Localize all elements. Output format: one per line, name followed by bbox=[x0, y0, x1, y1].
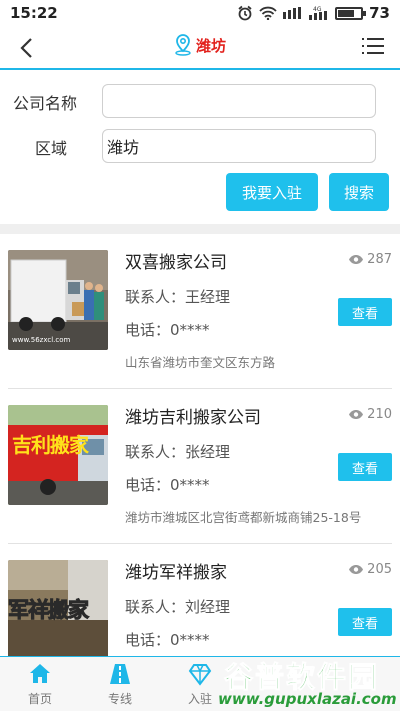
company-name[interactable]: 潍坊军祥搬家 bbox=[125, 558, 227, 583]
menu-icon[interactable] bbox=[362, 38, 384, 58]
eye-icon bbox=[349, 565, 364, 574]
tab-home[interactable]: 首页 bbox=[0, 657, 80, 711]
region-row: 区域 bbox=[0, 129, 400, 163]
contact-person: 联系人：王经理 bbox=[125, 288, 231, 306]
company-name[interactable]: 双喜搬家公司 bbox=[125, 248, 227, 273]
watermark: 谷普软件园 www.gupuxlazai.com bbox=[216, 654, 398, 711]
list-item[interactable]: 吉利搬家 潍坊吉利搬家公司 210 联系人：张经理 电话：0**** 潍坊市潍城… bbox=[8, 389, 392, 544]
view-button[interactable]: 查看 bbox=[338, 298, 392, 326]
company-thumbnail[interactable]: www.56zxcl.com bbox=[8, 250, 108, 350]
phone-number: 电话：0**** bbox=[125, 476, 210, 494]
home-icon bbox=[30, 664, 50, 683]
view-button[interactable]: 查看 bbox=[338, 453, 392, 481]
tab-routes[interactable]: 专线 bbox=[80, 657, 160, 711]
location-title-text: 潍坊 bbox=[195, 36, 226, 55]
view-count: 287 bbox=[348, 252, 392, 267]
join-button[interactable]: 我要入驻 bbox=[226, 173, 318, 211]
company-row: 公司名称 bbox=[0, 84, 400, 118]
thumbnail-sign: 军祥搬家 bbox=[8, 598, 90, 623]
top-navbar: 潍坊 bbox=[0, 26, 400, 70]
view-button[interactable]: 查看 bbox=[338, 608, 392, 636]
wifi-icon bbox=[259, 6, 277, 20]
tab-home-label: 首页 bbox=[27, 692, 52, 706]
contact-person: 联系人：刘经理 bbox=[125, 598, 231, 616]
tab-routes-label: 专线 bbox=[107, 692, 132, 706]
eye-icon bbox=[349, 410, 364, 419]
signal-icon bbox=[283, 7, 303, 19]
region-input[interactable] bbox=[102, 129, 376, 163]
company-name-input[interactable] bbox=[102, 84, 376, 118]
svg-text:4G: 4G bbox=[313, 6, 322, 13]
contact-person: 联系人：张经理 bbox=[125, 443, 231, 461]
location-title[interactable]: 潍坊 bbox=[0, 34, 400, 56]
company-thumbnail[interactable]: 军祥搬家 bbox=[8, 560, 108, 656]
region-label: 区域 bbox=[34, 139, 67, 158]
company-thumbnail[interactable]: 吉利搬家 bbox=[8, 405, 108, 505]
signal-4g-icon: 4G bbox=[309, 6, 329, 20]
battery-icon bbox=[335, 6, 367, 20]
diamond-icon bbox=[188, 664, 212, 686]
view-count: 205 bbox=[348, 562, 392, 577]
view-count-value: 210 bbox=[367, 407, 392, 422]
company-label: 公司名称 bbox=[12, 94, 77, 113]
view-count: 210 bbox=[348, 407, 392, 422]
company-address: 山东省潍坊市奎文区东方路 bbox=[125, 355, 276, 370]
status-icons: 4G 73 bbox=[237, 4, 390, 22]
location-pin-icon bbox=[175, 34, 191, 56]
view-count-value: 287 bbox=[367, 252, 392, 267]
phone-number: 电话：0**** bbox=[125, 631, 210, 649]
road-icon bbox=[110, 664, 130, 684]
status-time: 15:22 bbox=[10, 4, 58, 22]
search-form: 公司名称 区域 我要入驻 搜索 bbox=[0, 72, 400, 224]
eye-icon bbox=[349, 255, 364, 264]
thumbnail-caption: www.56zxcl.com bbox=[12, 336, 71, 344]
thumbnail-sign: 吉利搬家 bbox=[12, 433, 89, 457]
watermark-url: www.gupuxlazai.com bbox=[218, 690, 397, 708]
alarm-icon bbox=[237, 5, 253, 21]
list-item[interactable]: www.56zxcl.com 双喜搬家公司 287 联系人：王经理 电话：0**… bbox=[8, 234, 392, 389]
phone-number: 电话：0**** bbox=[125, 321, 210, 339]
view-count-value: 205 bbox=[367, 562, 392, 577]
company-list: www.56zxcl.com 双喜搬家公司 287 联系人：王经理 电话：0**… bbox=[0, 234, 400, 656]
battery-percent: 73 bbox=[369, 4, 390, 22]
search-button[interactable]: 搜索 bbox=[329, 173, 389, 211]
company-name[interactable]: 潍坊吉利搬家公司 bbox=[125, 403, 261, 428]
status-bar: 15:22 4G 73 bbox=[0, 0, 400, 26]
list-item[interactable]: 军祥搬家 潍坊军祥搬家 205 联系人：刘经理 电话：0**** 查看 bbox=[8, 544, 392, 656]
section-divider bbox=[0, 224, 400, 234]
company-address: 潍坊市潍城区北宫街鸢都新城商铺25-18号 bbox=[125, 510, 362, 525]
